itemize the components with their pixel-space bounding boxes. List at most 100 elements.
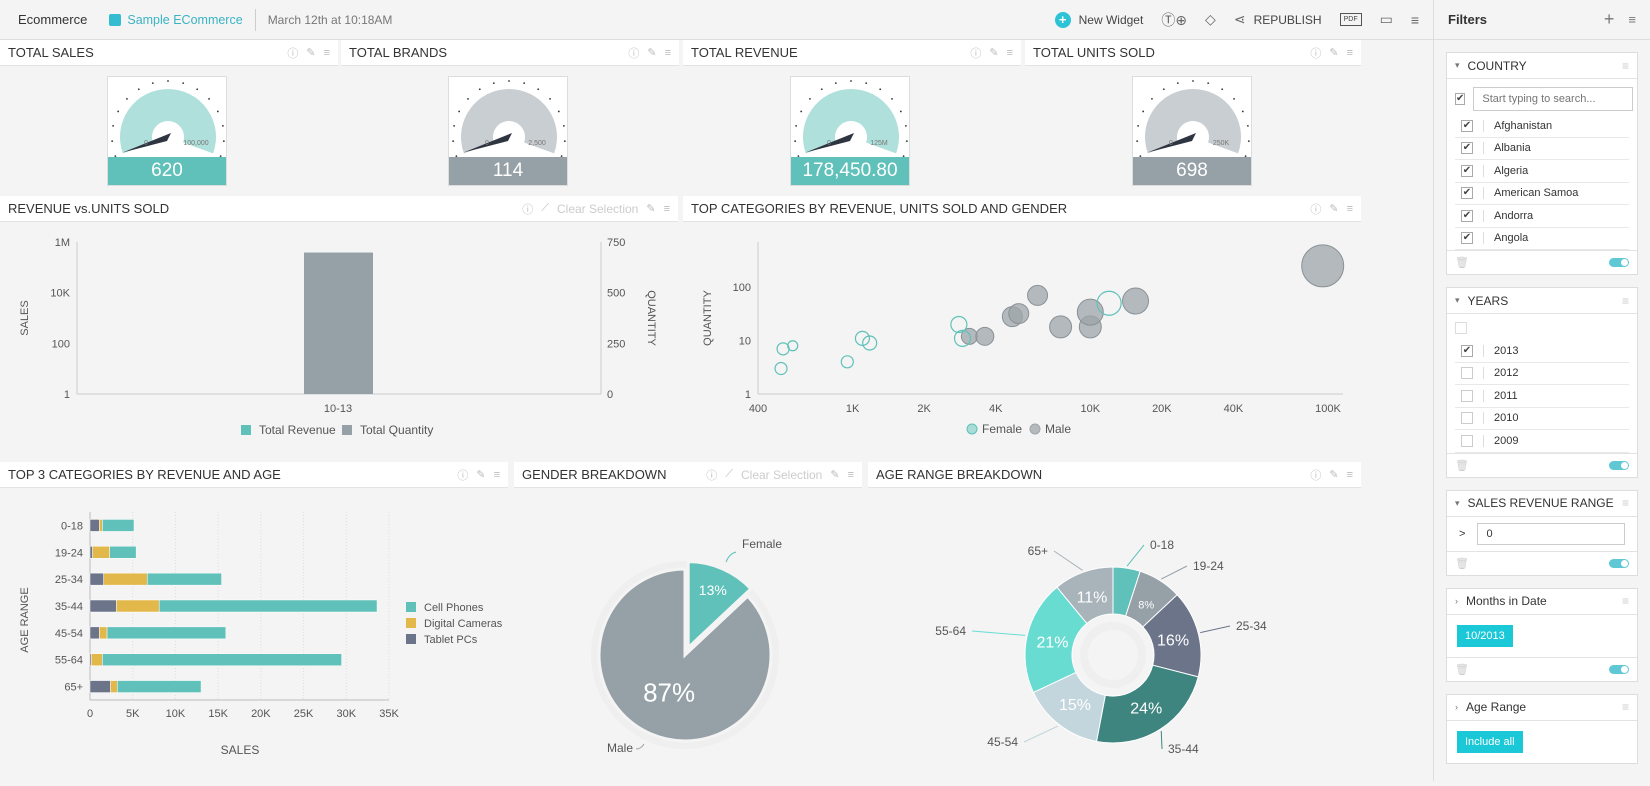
republish-button[interactable]: ⋖ REPUBLISH xyxy=(1234,11,1322,28)
checkbox[interactable] xyxy=(1461,412,1473,425)
filter-header[interactable]: › Months in Date ≡ xyxy=(1447,589,1637,615)
edit-icon[interactable]: ✎ xyxy=(647,46,656,59)
menu-icon[interactable]: ≡ xyxy=(324,47,330,59)
filter-label: COUNTRY xyxy=(1467,58,1527,73)
dashboard-breadcrumb[interactable]: Sample ECommerce xyxy=(109,13,243,27)
checkbox[interactable]: ✔ xyxy=(1461,232,1473,245)
edit-icon[interactable]: ✎ xyxy=(476,468,485,481)
year-option[interactable]: 2011 xyxy=(1455,385,1629,408)
menu-icon[interactable]: ≡ xyxy=(1347,47,1353,59)
menu-icon[interactable]: ≡ xyxy=(664,203,670,215)
menu-icon[interactable]: ≡ xyxy=(1622,59,1629,73)
year-option[interactable]: 2010 xyxy=(1455,408,1629,430)
menu-icon[interactable]: ≡ xyxy=(1347,469,1353,481)
edit-icon[interactable]: ✎ xyxy=(1329,46,1338,59)
filter-toggle[interactable] xyxy=(1609,258,1629,267)
sales-value-input[interactable]: 0 xyxy=(1477,522,1625,545)
checkbox[interactable] xyxy=(1461,367,1473,380)
y-axis-label: SALES xyxy=(19,300,31,335)
menu-icon[interactable]: ≡ xyxy=(1622,594,1629,608)
filter-header[interactable]: ▾ SALES REVENUE RANGE ≡ xyxy=(1447,491,1637,517)
filter-toggle[interactable] xyxy=(1609,664,1629,674)
menu-icon[interactable]: ≡ xyxy=(1622,700,1629,714)
country-option[interactable]: ✔ Afghanistan xyxy=(1455,115,1629,138)
info-icon[interactable]: ⓘ xyxy=(1310,45,1321,61)
menu-icon[interactable]: ≡ xyxy=(1622,294,1629,308)
filter-chip[interactable]: 10/2013 xyxy=(1457,624,1513,647)
new-widget-button[interactable]: + New Widget xyxy=(1054,11,1143,28)
edit-icon[interactable]: ✎ xyxy=(306,46,315,59)
trash-icon[interactable]: 🗑 xyxy=(1455,557,1469,570)
resize-icon[interactable]: ⟋ xyxy=(725,468,733,481)
select-all-checkbox[interactable] xyxy=(1455,322,1467,334)
label-leader xyxy=(1053,550,1083,571)
info-icon[interactable]: ⓘ xyxy=(706,467,717,483)
checkbox[interactable] xyxy=(1461,434,1473,447)
info-icon[interactable]: ⓘ xyxy=(628,45,639,61)
menu-icon[interactable]: ≡ xyxy=(1347,203,1353,215)
widget-title: REVENUE vs.UNITS SOLD xyxy=(8,201,170,216)
checkbox[interactable]: ✔ xyxy=(1461,344,1473,357)
paint-bucket-icon[interactable]: ◇ xyxy=(1205,11,1216,28)
pdf-button[interactable]: PDF xyxy=(1339,13,1362,26)
edit-icon[interactable]: ✎ xyxy=(830,468,839,481)
y-tick-label: 65+ xyxy=(64,682,83,694)
edit-icon[interactable]: ✎ xyxy=(1329,468,1338,481)
top-categories-widget: TOP CATEGORIES BY REVENUE, UNITS SOLD AN… xyxy=(683,196,1361,454)
edit-icon[interactable]: ✎ xyxy=(646,202,655,215)
info-icon[interactable]: ⓘ xyxy=(970,45,981,61)
menu-icon[interactable]: ≡ xyxy=(1622,496,1629,510)
filter-toggle[interactable] xyxy=(1609,460,1629,470)
menu-icon[interactable]: ≡ xyxy=(1628,12,1636,27)
stacked-bar-chart: 0-18 19-24 25-34 35-44 45-54 55-64 65+ 0 5K 10K 15… xyxy=(19,512,503,757)
gauge-tick xyxy=(208,98,210,100)
menu-icon[interactable]: ≡ xyxy=(665,47,671,59)
edit-icon[interactable]: ✎ xyxy=(1329,202,1338,215)
menu-icon[interactable]: ≡ xyxy=(1007,47,1013,59)
checkbox[interactable]: ✔ xyxy=(1461,142,1473,155)
gauge: 0 100,000 620 xyxy=(107,76,227,186)
year-option[interactable]: 2012 xyxy=(1455,363,1629,385)
year-option[interactable]: ✔ 2013 xyxy=(1455,340,1629,363)
add-text-icon[interactable]: Ⓣ⊕ xyxy=(1161,10,1187,30)
info-icon[interactable]: ⓘ xyxy=(287,45,298,61)
gauge-tick xyxy=(1142,110,1145,113)
filter-toggle[interactable] xyxy=(1609,558,1629,568)
checkbox[interactable]: ✔ xyxy=(1461,164,1473,177)
chevron-down-icon: ▾ xyxy=(1455,497,1460,508)
checkbox[interactable] xyxy=(1461,389,1473,402)
edit-icon[interactable]: ✎ xyxy=(989,46,998,59)
add-filter-icon[interactable]: + xyxy=(1604,9,1615,30)
menu-icon[interactable]: ≡ xyxy=(494,469,500,481)
year-option[interactable]: 2009 xyxy=(1455,430,1629,453)
menu-icon[interactable]: ≡ xyxy=(1411,12,1419,28)
checkbox[interactable]: ✔ xyxy=(1461,187,1473,200)
filter-header[interactable]: ▾ YEARS ≡ xyxy=(1447,288,1637,314)
clear-selection-button[interactable]: Clear Selection xyxy=(557,202,638,216)
country-search-input[interactable] xyxy=(1473,87,1634,111)
country-option[interactable]: ✔ American Samoa xyxy=(1455,183,1629,205)
country-option[interactable]: ✔ Angola xyxy=(1455,228,1629,250)
trash-icon[interactable]: 🗑 xyxy=(1455,459,1469,472)
country-option[interactable]: ✔ Andorra xyxy=(1455,205,1629,228)
resize-icon[interactable]: ⟋ xyxy=(541,202,549,215)
filter-header[interactable]: › Age Range ≡ xyxy=(1447,695,1637,721)
info-icon[interactable]: ⓘ xyxy=(522,201,533,217)
bar-segment xyxy=(102,653,342,666)
trash-icon[interactable]: 🗑 xyxy=(1455,256,1469,269)
info-icon[interactable]: ⓘ xyxy=(457,467,468,483)
checkbox[interactable]: ✔ xyxy=(1461,209,1473,222)
country-option[interactable]: ✔ Albania xyxy=(1455,138,1629,160)
country-option[interactable]: ✔ Algeria xyxy=(1455,160,1629,183)
monitor-icon[interactable]: ▭ xyxy=(1380,11,1393,28)
info-icon[interactable]: ⓘ xyxy=(1310,467,1321,483)
info-icon[interactable]: ⓘ xyxy=(1310,201,1321,217)
trash-icon[interactable]: 🗑 xyxy=(1455,663,1469,676)
select-all-checkbox[interactable]: ✔ xyxy=(1455,93,1466,105)
checkbox[interactable]: ✔ xyxy=(1461,119,1473,132)
filter-chip[interactable]: Include all xyxy=(1457,730,1523,753)
filter-header[interactable]: ▾ COUNTRY ≡ xyxy=(1447,53,1637,79)
clear-selection-button[interactable]: Clear Selection xyxy=(741,468,822,482)
menu-icon[interactable]: ≡ xyxy=(848,469,854,481)
y2-tick-label: 750 xyxy=(607,237,625,249)
